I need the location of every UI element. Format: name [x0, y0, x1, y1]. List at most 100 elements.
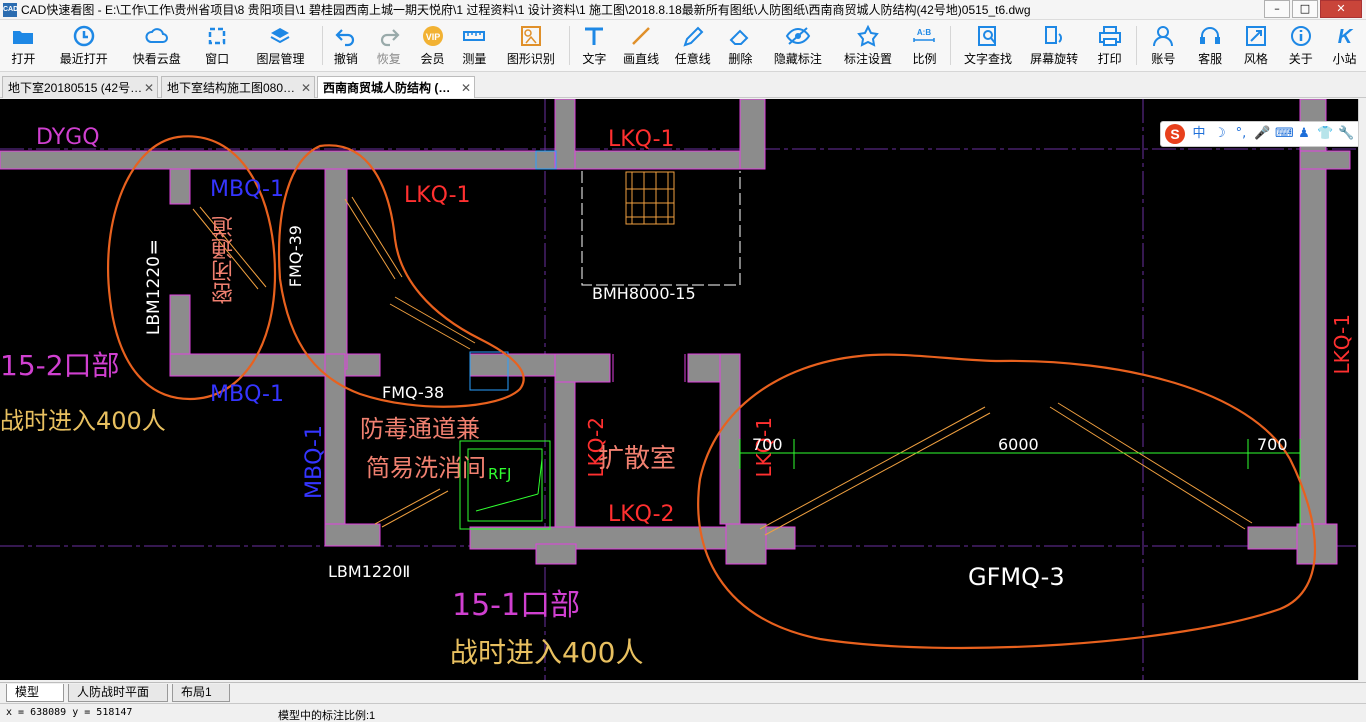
cursor-coordinates: x = 638089 y = 518147 [6, 707, 133, 718]
drawing-label: LKQ-1 [608, 127, 675, 152]
text-icon [581, 24, 607, 48]
tab-close-icon[interactable]: ✕ [141, 81, 157, 95]
minimize-button[interactable]: – [1264, 0, 1290, 18]
maximize-button[interactable]: □ [1292, 0, 1318, 18]
document-tab[interactable]: 地下室结构施工图080… ✕ [161, 76, 315, 98]
undo-button[interactable]: 撤销 [326, 20, 365, 72]
document-tab[interactable]: 西南商贸城人防结构 (… ✕ [317, 76, 475, 98]
document-tab[interactable]: 地下室20180515 (42号… ✕ [2, 76, 158, 98]
cloud-button[interactable]: 快看云盘 [121, 20, 193, 72]
app-window: CAD CAD快速看图 - E:\工作\工作\贵州省项目\8 贵阳项目\1 碧桂… [0, 0, 1366, 722]
shape-button[interactable]: 图形识别 [496, 20, 566, 72]
app-logo-icon: CAD [3, 2, 18, 17]
ime-chinese-icon[interactable]: 中 [1191, 126, 1207, 142]
style-label: 风格 [1243, 52, 1268, 66]
text-button[interactable]: 文字 [573, 20, 616, 72]
style-icon [1243, 24, 1269, 48]
measure-button[interactable]: 测量 [453, 20, 496, 72]
about-label: 关于 [1288, 52, 1313, 66]
hide-button[interactable]: 隐藏标注 [762, 20, 834, 72]
tab-close-icon[interactable]: ✕ [458, 81, 474, 95]
wall [324, 168, 348, 370]
document-tab-bar: 地下室20180515 (42号… ✕ 地下室结构施工图080… ✕ 西南商贸城人防结构… [0, 73, 1366, 98]
line-label: 画直线 [623, 52, 660, 66]
svg-text:A:B: A:B [917, 28, 931, 37]
toolbar-separator [949, 26, 951, 65]
ime-keyboard-icon[interactable]: ⌨ [1275, 126, 1294, 142]
door-swing-line [394, 296, 476, 344]
toolbar-separator [1136, 26, 1138, 65]
markset-label: 标注设置 [844, 52, 893, 66]
style-button[interactable]: 风格 [1234, 20, 1279, 72]
ime-toolbar[interactable]: S 中 ☽ °, 🎤 ⌨ ♟ 👕 🔧 [1160, 121, 1366, 147]
cad-drawing [0, 99, 1366, 680]
freeline-button[interactable]: 任意线 [666, 20, 719, 72]
close-window-button[interactable]: ✕ [1320, 0, 1362, 18]
scale-button[interactable]: A:B 比例 [902, 20, 947, 72]
drawing-label: LBM1220Ⅱ [328, 562, 411, 581]
wall [0, 150, 561, 170]
recent-button[interactable]: 最近打开 [47, 20, 121, 72]
wall [169, 353, 381, 377]
cloud-label: 快看云盘 [132, 52, 181, 66]
drawing-label: 700 [752, 435, 783, 454]
status-bar: x = 638089 y = 518147 模型中的标注比例:1 [0, 703, 1366, 722]
drawing-label: DYGQ [36, 125, 100, 150]
ime-mic-icon[interactable]: 🎤 [1254, 126, 1270, 142]
about-button[interactable]: 关于 [1278, 20, 1323, 72]
wall [535, 543, 577, 565]
door-swing-line [381, 490, 449, 528]
drawing-label: BMH8000-15 [592, 284, 696, 303]
rotate-label: 屏幕旋转 [1030, 52, 1079, 66]
ime-moon-icon[interactable]: ☽ [1212, 126, 1228, 142]
hide-label: 隐藏标注 [773, 52, 822, 66]
drawing-label: 15-2口部 [0, 349, 120, 382]
find-button[interactable]: 文字查找 [954, 20, 1022, 72]
document-tab-label: 地下室20180515 (42号… [8, 81, 141, 95]
undo-icon [333, 24, 359, 48]
layout-tab[interactable]: 人防战时平面图 [68, 684, 168, 716]
drawing-label: 简易洗消间 [366, 454, 486, 482]
window-button[interactable]: 窗口 [193, 20, 242, 72]
markset-button[interactable]: 标注设置 [834, 20, 902, 72]
line-button[interactable]: 画直线 [616, 20, 667, 72]
stair-frame [625, 171, 675, 225]
account-label: 账号 [1151, 52, 1176, 66]
ime-skin-icon[interactable]: 👕 [1317, 126, 1333, 142]
delete-button[interactable]: 删除 [719, 20, 762, 72]
ime-user-icon[interactable]: ♟ [1296, 126, 1312, 142]
layers-button[interactable]: 图层管理 [242, 20, 320, 72]
door-swing-line [764, 412, 991, 536]
account-button[interactable]: 账号 [1140, 20, 1187, 72]
title-bar: CAD CAD快速看图 - E:\工作\工作\贵州省项目\8 贵阳项目\1 碧桂… [0, 0, 1366, 20]
layout-tab[interactable]: 模型 [6, 684, 64, 702]
print-button[interactable]: 打印 [1086, 20, 1133, 72]
tab-close-icon[interactable]: ✕ [298, 81, 314, 95]
service-button[interactable]: 客服 [1187, 20, 1234, 72]
sogou-logo-icon[interactable]: S [1165, 124, 1185, 144]
layers-icon [267, 24, 293, 48]
ime-tool-icon[interactable]: 🔧 [1338, 126, 1354, 142]
rotate-screen-icon [1041, 24, 1067, 48]
wall [574, 150, 766, 170]
drawing-label: 密闭通道 [212, 216, 237, 304]
redo-button[interactable]: 恢复 [365, 20, 412, 72]
headset-icon [1197, 24, 1223, 48]
info-icon [1288, 24, 1314, 48]
cloud-icon [144, 24, 170, 48]
wall [169, 168, 191, 205]
scale-icon: A:B [911, 24, 937, 48]
drawing-label: LKQ-2 [608, 502, 675, 527]
layout-tab-bar: 模型人防战时平面图布局1 [0, 682, 1366, 716]
ime-punct-icon[interactable]: °, [1233, 126, 1249, 142]
door-swing-line [1057, 402, 1253, 524]
toolbar-separator [322, 26, 324, 65]
site-button[interactable]: K 小站 [1323, 20, 1366, 72]
vertical-scrollbar[interactable] [1358, 99, 1366, 680]
open-button[interactable]: 打开 [0, 20, 47, 72]
vip-button[interactable]: VIP 会员 [412, 20, 453, 72]
drawing-canvas[interactable]: DYGQ MBQ-1 LKQ-1 LKQ-1 BMH8000-15 FMQ-39 LBM12… [0, 99, 1366, 680]
layout-tab[interactable]: 布局1 [172, 684, 230, 702]
rotate-button[interactable]: 屏幕旋转 [1022, 20, 1086, 72]
rfj-line [475, 493, 539, 512]
